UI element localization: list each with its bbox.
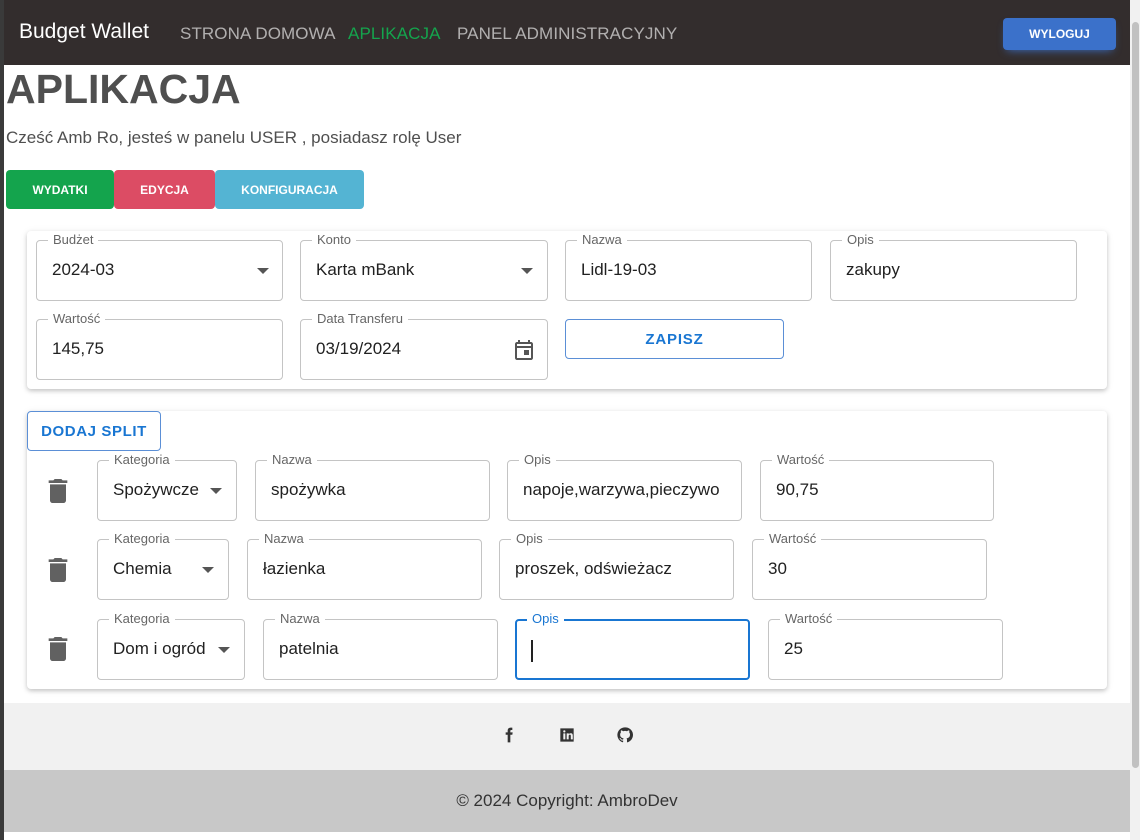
github-icon[interactable] [617, 727, 633, 743]
chevron-down-icon [257, 268, 269, 274]
facebook-icon[interactable] [501, 727, 517, 743]
account-select[interactable]: Konto Karta mBank [300, 231, 548, 301]
split-1-name-value: spożywka [271, 480, 346, 499]
add-split-button[interactable]: DODAJ SPLIT [27, 411, 161, 451]
top-navbar: Budget Wallet STRONA DOMOWA APLIKACJA PA… [4, 0, 1130, 65]
split-2-name-label: Nazwa [259, 530, 309, 548]
split-1-category-select[interactable]: Kategoria Spożywcze [97, 451, 237, 521]
nav-home[interactable]: STRONA DOMOWA [180, 24, 336, 44]
split-2-description-value: proszek, odświeżacz [515, 559, 672, 578]
amount-label: Wartość [48, 310, 106, 328]
chevron-down-icon [521, 268, 533, 274]
save-button[interactable]: ZAPISZ [565, 319, 784, 359]
chevron-down-icon [210, 488, 222, 494]
page-title: APLIKACJA [6, 66, 241, 112]
split-3-amount-value: 25 [784, 639, 803, 658]
split-1-category-label: Kategoria [109, 451, 175, 469]
trash-icon[interactable] [48, 637, 68, 661]
split-2-amount-input[interactable]: Wartość 30 [752, 530, 987, 600]
split-3-category-select[interactable]: Kategoria Dom i ogród [97, 610, 245, 680]
tab-edit[interactable]: EDYCJA [114, 170, 215, 209]
split-3-name-value: patelnia [279, 639, 339, 658]
split-2-description-label: Opis [511, 530, 548, 548]
split-2-description-input[interactable]: Opis proszek, odświeżacz [499, 530, 734, 600]
name-label: Nazwa [577, 231, 627, 249]
budget-select[interactable]: Budżet 2024-03 [36, 231, 283, 301]
transfer-date-label: Data Transferu [312, 310, 408, 328]
split-3-amount-label: Wartość [780, 610, 838, 628]
budget-value: 2024-03 [52, 260, 115, 279]
split-1-description-label: Opis [519, 451, 556, 469]
split-3-category-label: Kategoria [109, 610, 175, 628]
nav-admin-panel[interactable]: PANEL ADMINISTRACYJNY [457, 24, 677, 44]
split-2-category-select[interactable]: Kategoria Chemia [97, 530, 229, 600]
chevron-down-icon [218, 647, 230, 653]
split-3-name-label: Nazwa [275, 610, 325, 628]
trash-icon[interactable] [48, 558, 68, 582]
account-value: Karta mBank [316, 260, 415, 279]
name-value: Lidl-19-03 [581, 260, 657, 279]
account-label: Konto [312, 231, 356, 249]
amount-value: 145,75 [52, 339, 104, 358]
linkedin-icon[interactable] [559, 727, 575, 743]
description-value: zakupy [846, 260, 900, 279]
split-1-amount-value: 90,75 [776, 480, 819, 499]
description-input[interactable]: Opis zakupy [830, 231, 1077, 301]
brand-logo[interactable]: Budget Wallet [19, 20, 149, 44]
split-2-name-input[interactable]: Nazwa łazienka [247, 530, 482, 600]
split-1-amount-input[interactable]: Wartość 90,75 [760, 451, 994, 521]
tab-expenses[interactable]: WYDATKI [6, 170, 114, 209]
split-2-category-value: Chemia [113, 559, 172, 578]
calendar-icon[interactable] [512, 338, 536, 362]
greeting-text: Cześć Amb Ro, jesteś w panelu USER , pos… [6, 128, 462, 147]
description-label: Opis [842, 231, 879, 249]
split-1-name-label: Nazwa [267, 451, 317, 469]
split-1-description-value: napoje,warzywa,pieczywo [523, 480, 720, 499]
nav-app[interactable]: APLIKACJA [348, 24, 441, 44]
split-1-name-input[interactable]: Nazwa spożywka [255, 451, 490, 521]
split-3-description-label: Opis [527, 610, 564, 628]
tab-configuration[interactable]: KONFIGURACJA [215, 170, 364, 209]
split-3-category-value: Dom i ogród [113, 639, 206, 658]
split-1-description-input[interactable]: Opis napoje,warzywa,pieczywo [507, 451, 742, 521]
split-1-amount-label: Wartość [772, 451, 830, 469]
text-cursor [531, 640, 533, 662]
scrollbar-thumb[interactable] [1132, 22, 1139, 768]
trash-icon[interactable] [48, 479, 68, 503]
split-2-category-label: Kategoria [109, 530, 175, 548]
transfer-date-value: 03/19/2024 [316, 339, 402, 358]
split-3-description-input[interactable]: Opis [515, 610, 750, 680]
transfer-date-input[interactable]: Data Transferu 03/19/2024 [300, 310, 548, 380]
split-3-amount-input[interactable]: Wartość 25 [768, 610, 1003, 680]
split-1-category-value: Spożywcze [113, 480, 199, 499]
footer-social-bar [4, 703, 1130, 770]
budget-label: Budżet [48, 231, 99, 249]
split-2-amount-value: 30 [768, 559, 787, 578]
name-input[interactable]: Nazwa Lidl-19-03 [565, 231, 812, 301]
logout-button[interactable]: WYLOGUJ [1003, 18, 1116, 50]
split-2-name-value: łazienka [263, 559, 326, 578]
app-window: Budget Wallet STRONA DOMOWA APLIKACJA PA… [4, 0, 1130, 840]
chevron-down-icon [202, 567, 214, 573]
footer-copyright: © 2024 Copyright: AmbroDev [4, 770, 1130, 832]
split-2-amount-label: Wartość [764, 530, 822, 548]
scrollbar[interactable] [1130, 0, 1140, 840]
split-3-name-input[interactable]: Nazwa patelnia [263, 610, 498, 680]
amount-input[interactable]: Wartość 145,75 [36, 310, 283, 380]
